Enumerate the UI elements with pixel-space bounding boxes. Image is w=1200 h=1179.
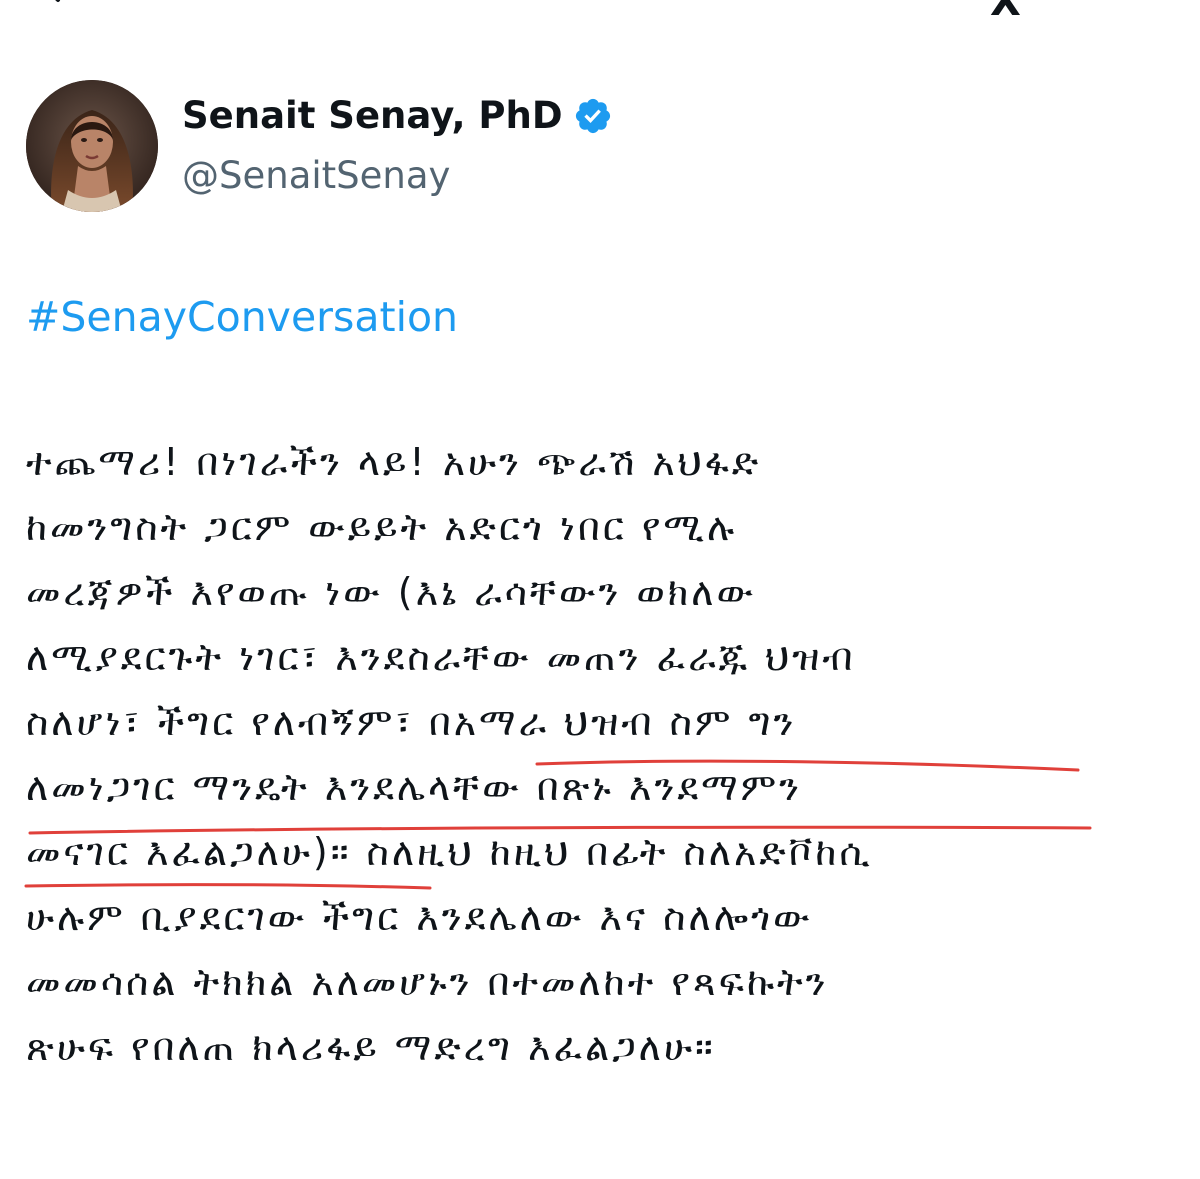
tweet-line: ከመንግስት ጋርም ውይይት አድርጎ ነበር የሚሉ: [26, 505, 738, 549]
tweet-line: ሁሉም ቢያደርገው ችግር እንደሌለው እና ስለሎጎው: [26, 895, 813, 939]
tweet-line: መረጃዎች እየወጡ ነው (እኔ ራሳቸውን ወክለው: [26, 570, 757, 614]
tweet-header: Senait Senay, PhD @SenaitSenay: [26, 80, 1166, 220]
tweet-line: ጽሁፍ የበለጠ ክላሪፋይ ማድረግ እፈልጋለሁ።: [26, 1025, 716, 1069]
avatar[interactable]: [26, 80, 158, 212]
tweet-line: ተጨማሪ! በነገራችን ላይ! አሁን ጭራሽ አህፋድ: [26, 440, 762, 484]
user-handle[interactable]: @SenaitSenay: [182, 154, 450, 198]
tweet-line: ለሚያደርጉት ነገር፣ እንደስራቸው መጠን ፈራጁ ህዝብ: [26, 635, 856, 679]
close-icon[interactable]: X: [990, 0, 1021, 22]
tweet-text: ተጨማሪ! በነገራችን ላይ! አሁን ጭራሽ አህፋድ ከመንግስት ጋርም…: [26, 430, 1176, 1080]
display-name[interactable]: Senait Senay, PhD: [182, 94, 563, 138]
tweet-line: መናገር እፈልጋለሁ)። ስለዚህ ከዚህ በፊት ስለአድቮከሲ: [26, 830, 873, 874]
tweet-line: ለመነጋገር ማንዴት እንደሌላቸው በጽኑ እንደማምን: [26, 765, 803, 809]
hashtag-link[interactable]: #SenayConversation: [26, 292, 458, 342]
verified-badge-icon: [575, 98, 610, 134]
back-arrow-icon[interactable]: [40, 0, 62, 8]
tweet-line: መመሳሰል ትክክል አለመሆኑን በተመለከተ የጻፍኩትን: [26, 960, 829, 1004]
top-bar: X: [0, 0, 1200, 22]
name-row: Senait Senay, PhD: [182, 94, 613, 138]
tweet-line: ስለሆነ፣ ችግር የለብኝም፣ በአማራ ህዝብ ስም ግን: [26, 700, 797, 744]
